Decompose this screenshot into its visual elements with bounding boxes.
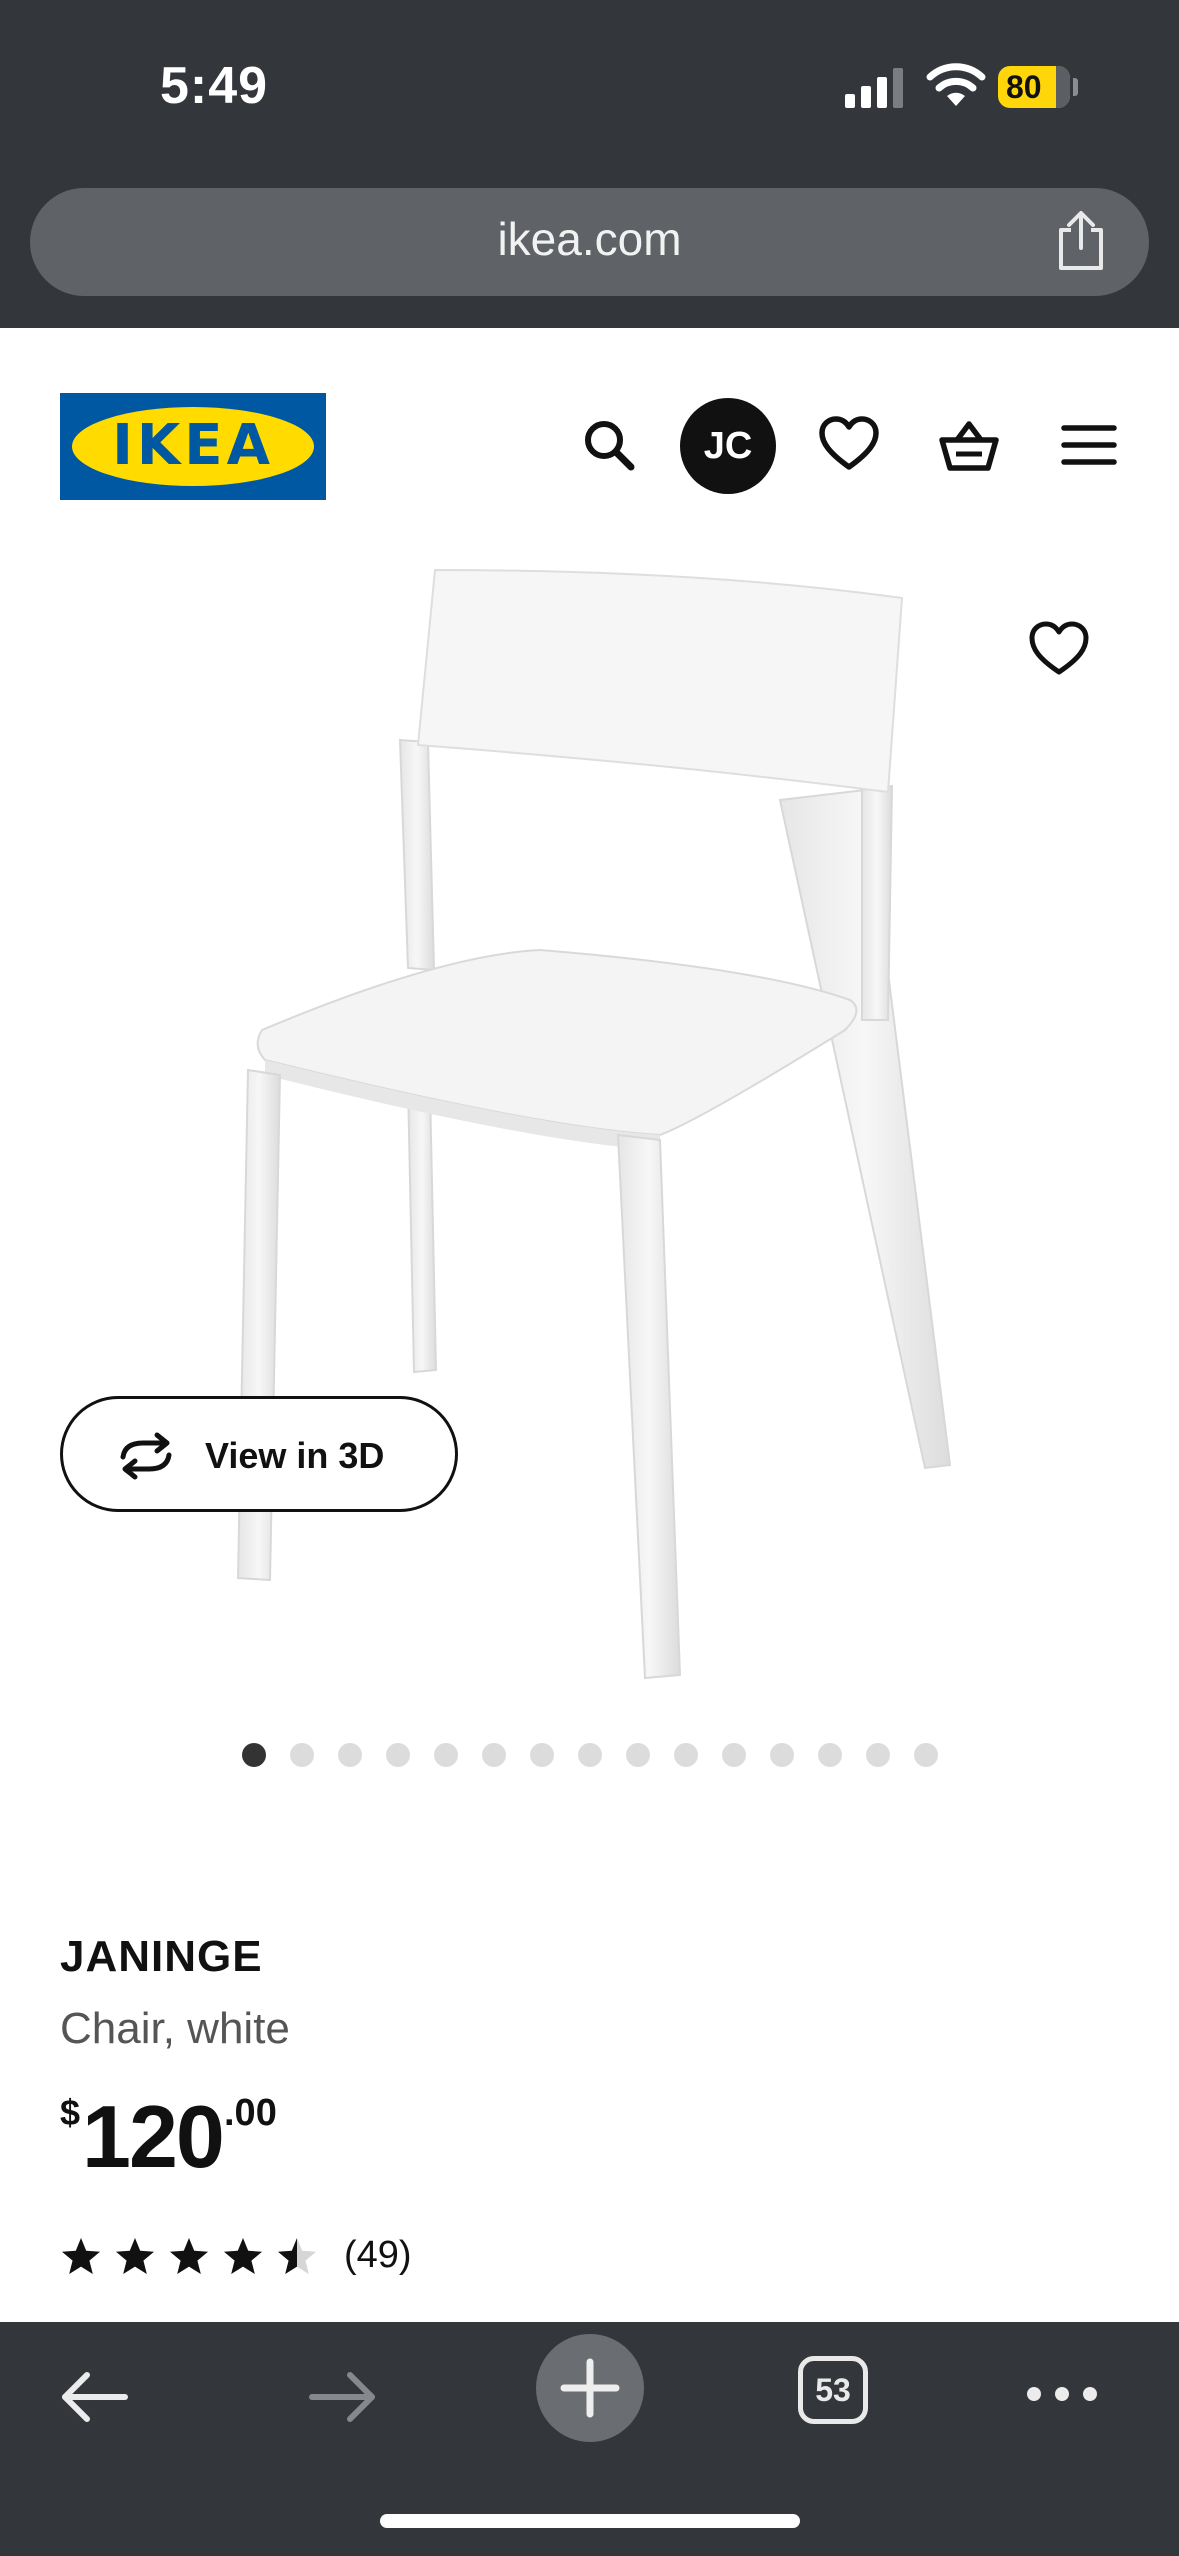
pagination-dot[interactable]	[674, 1743, 698, 1767]
account-avatar[interactable]: JC	[680, 398, 776, 494]
pagination-dot[interactable]	[530, 1743, 554, 1767]
status-time: 5:49	[160, 57, 269, 115]
forward-arrow-icon[interactable]	[302, 2362, 382, 2432]
browser-top-chrome: 5:49 80 ikea.com	[0, 0, 1179, 328]
menu-hamburger-icon[interactable]	[1056, 412, 1122, 478]
pagination-dot[interactable]	[626, 1743, 650, 1767]
pagination-dot[interactable]	[770, 1743, 794, 1767]
pagination-dot[interactable]	[338, 1743, 362, 1767]
star-icon	[170, 2238, 208, 2274]
pagination-dot[interactable]	[914, 1743, 938, 1767]
battery-nub	[1073, 78, 1078, 96]
rotate-3d-icon	[120, 1432, 172, 1480]
pagination-dot[interactable]	[818, 1743, 842, 1767]
review-count[interactable]: (49)	[344, 2234, 412, 2277]
search-icon[interactable]	[576, 412, 642, 478]
ikea-logo[interactable]: IKEA	[60, 393, 326, 500]
product-image-chair[interactable]	[140, 550, 1000, 1700]
shopping-basket-icon[interactable]	[936, 412, 1002, 478]
rating-stars[interactable]	[60, 2236, 318, 2282]
cellular-signal-icon	[845, 68, 903, 108]
pagination-dot[interactable]	[386, 1743, 410, 1767]
view-in-3d-label: View in 3D	[205, 1435, 385, 1476]
plus-icon	[560, 2358, 620, 2418]
pagination-dot[interactable]	[242, 1743, 266, 1767]
pagination-dot[interactable]	[482, 1743, 506, 1767]
pagination-dot[interactable]	[578, 1743, 602, 1767]
battery-indicator: 80	[998, 66, 1070, 108]
view-in-3d-button[interactable]: View in 3D	[60, 1396, 458, 1512]
add-to-wishlist-heart-icon[interactable]	[1026, 618, 1092, 678]
tab-count-button[interactable]: 53	[798, 2356, 868, 2424]
product-description: Chair, white	[60, 2004, 290, 2053]
price-decimal: .00	[224, 2092, 277, 2134]
address-bar[interactable]: ikea.com	[30, 188, 1149, 296]
pagination-dot[interactable]	[866, 1743, 890, 1767]
pagination-dot[interactable]	[290, 1743, 314, 1767]
wifi-icon	[926, 63, 986, 106]
battery-level: 80	[1006, 69, 1042, 105]
logo-text: IKEA	[112, 413, 274, 478]
price-currency: $	[60, 2092, 81, 2133]
star-icon	[116, 2238, 154, 2274]
pagination-dot[interactable]	[434, 1743, 458, 1767]
home-indicator[interactable]	[380, 2514, 800, 2528]
star-icon	[62, 2238, 100, 2274]
pagination-dot[interactable]	[722, 1743, 746, 1767]
more-options-icon[interactable]	[1024, 2382, 1100, 2406]
star-icon	[278, 2238, 316, 2274]
new-tab-button[interactable]	[536, 2334, 644, 2442]
wishlist-heart-icon[interactable]	[816, 412, 882, 478]
product-name[interactable]: JANINGE	[60, 1932, 263, 1982]
price-integer: 120	[82, 2087, 225, 2186]
url-text[interactable]: ikea.com	[30, 212, 1149, 266]
star-icon	[224, 2238, 262, 2274]
share-icon[interactable]	[1053, 210, 1109, 272]
image-pagination-dots[interactable]	[242, 1743, 938, 1769]
back-arrow-icon[interactable]	[55, 2362, 135, 2432]
